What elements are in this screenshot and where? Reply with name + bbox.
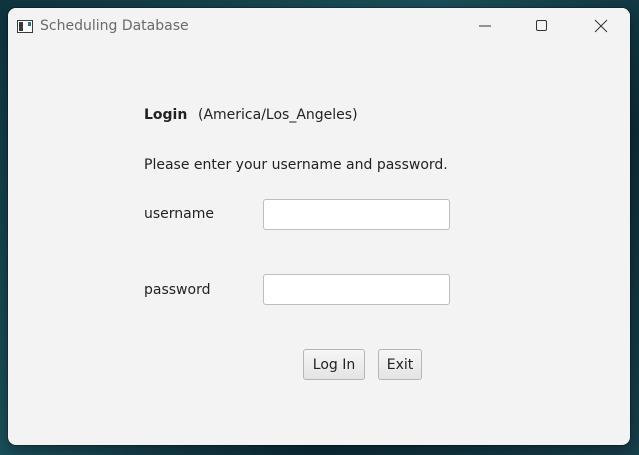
password-field[interactable] — [263, 274, 450, 305]
login-button[interactable]: Log In — [303, 349, 365, 380]
maximize-button[interactable] — [519, 8, 565, 44]
minimize-icon — [479, 25, 491, 27]
username-label: username — [144, 206, 214, 222]
title-bar[interactable]: Scheduling Database — [8, 8, 630, 44]
app-icon — [17, 20, 33, 33]
app-window: Scheduling Database Login (America/Los_A… — [8, 8, 630, 445]
username-field[interactable] — [263, 199, 450, 230]
exit-button[interactable]: Exit — [378, 349, 422, 380]
window-title: Scheduling Database — [40, 18, 189, 34]
maximize-icon — [536, 20, 547, 31]
login-heading: Login — [144, 107, 188, 123]
password-label: password — [144, 282, 211, 298]
close-icon — [594, 19, 608, 33]
login-form: Login (America/Los_Angeles) Please enter… — [8, 44, 630, 445]
timezone-label: (America/Los_Angeles) — [198, 107, 358, 123]
login-prompt: Please enter your username and password. — [144, 157, 448, 173]
minimize-button[interactable] — [462, 8, 508, 44]
close-button[interactable] — [578, 8, 624, 44]
